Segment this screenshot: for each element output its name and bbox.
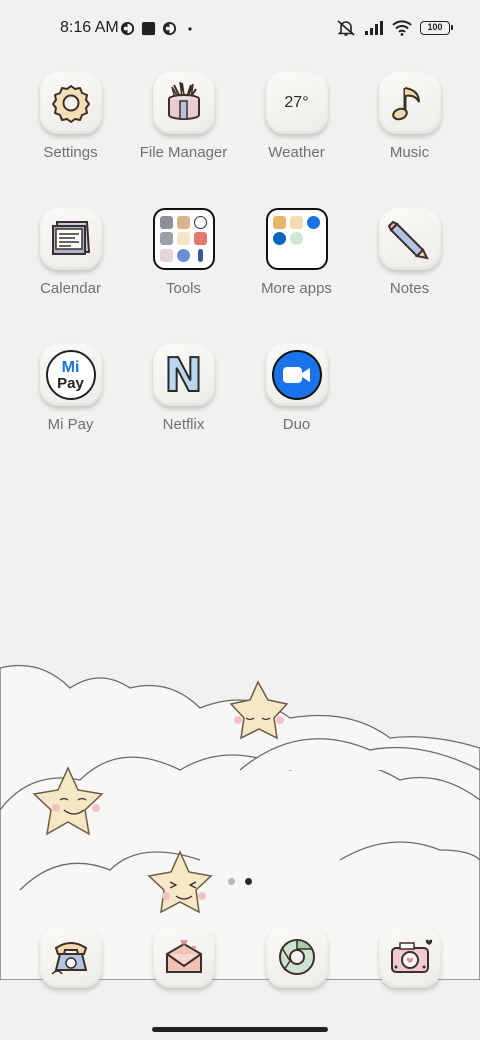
app-label: More apps [261, 280, 332, 297]
app-label: Music [389, 144, 430, 161]
weather-temp: 27° [284, 94, 309, 111]
status-bar: 8:16 AM 100 [0, 0, 480, 56]
envelope-icon[interactable] [152, 926, 215, 988]
system-status-icons: 100 [336, 18, 453, 38]
wifi-icon [392, 20, 412, 36]
pencil-icon[interactable] [378, 208, 441, 270]
status-time: 8:16 AM [60, 19, 119, 36]
video-camera-icon[interactable] [265, 344, 328, 406]
page-indicator[interactable] [228, 878, 252, 885]
app-label: Settings [43, 144, 98, 161]
app-file-manager[interactable]: File Manager [127, 72, 240, 161]
page-dot[interactable] [228, 878, 235, 885]
mipay-icon[interactable]: Mi Pay [39, 344, 102, 406]
app-weather[interactable]: 27° Weather [240, 72, 353, 161]
mipay-logo-top: Mi [61, 358, 80, 376]
app-notes[interactable]: Notes [353, 208, 466, 297]
battery-icon: 100 [420, 21, 453, 35]
camera-icon[interactable] [378, 926, 441, 988]
page-dot-active[interactable] [245, 878, 252, 885]
dock-camera[interactable] [353, 926, 466, 988]
home-indicator[interactable] [152, 1027, 328, 1032]
app-label: Notes [389, 280, 430, 297]
app-netflix[interactable]: N Netflix [127, 344, 240, 433]
dot-icon [188, 27, 192, 31]
app-label: Tools [165, 280, 202, 297]
folder-box-icon[interactable] [152, 72, 215, 134]
dock [14, 926, 466, 992]
dock-messages[interactable] [127, 926, 240, 988]
app-label: Weather [268, 144, 325, 161]
netflix-icon[interactable]: N [152, 344, 215, 406]
dock-phone[interactable] [14, 926, 127, 988]
app-more-apps[interactable]: More apps [240, 208, 353, 297]
app-duo[interactable]: Duo [240, 344, 353, 433]
square-notification-icon [141, 21, 156, 35]
weather-icon[interactable]: 27° [265, 72, 328, 134]
app-label: Netflix [162, 416, 205, 433]
app-notification-icon [162, 21, 177, 35]
app-label: File Manager [139, 144, 228, 161]
folder-icon[interactable] [152, 208, 215, 270]
dock-browser[interactable] [240, 926, 353, 988]
app-label: Calendar [40, 280, 101, 297]
app-label: Duo [282, 416, 311, 433]
app-tools[interactable]: Tools [127, 208, 240, 297]
phone-icon[interactable] [39, 926, 102, 988]
notification-icons [120, 19, 197, 37]
gear-icon[interactable] [39, 72, 102, 134]
signal-icon [365, 21, 383, 35]
app-settings[interactable]: Settings [14, 72, 127, 161]
app-notification-icon [120, 21, 135, 35]
app-calendar[interactable]: Calendar [14, 208, 127, 297]
mipay-logo-bottom: Pay [57, 374, 84, 392]
calendar-icon[interactable] [39, 208, 102, 270]
mute-icon [337, 20, 355, 36]
app-label: Mi Pay [47, 416, 94, 433]
app-music[interactable]: Music [353, 72, 466, 161]
app-mi-pay[interactable]: Mi Pay Mi Pay [14, 344, 127, 433]
chrome-icon[interactable] [265, 926, 328, 988]
music-note-icon[interactable] [378, 72, 441, 134]
netflix-logo: N [163, 348, 203, 402]
folder-icon[interactable] [265, 208, 328, 270]
